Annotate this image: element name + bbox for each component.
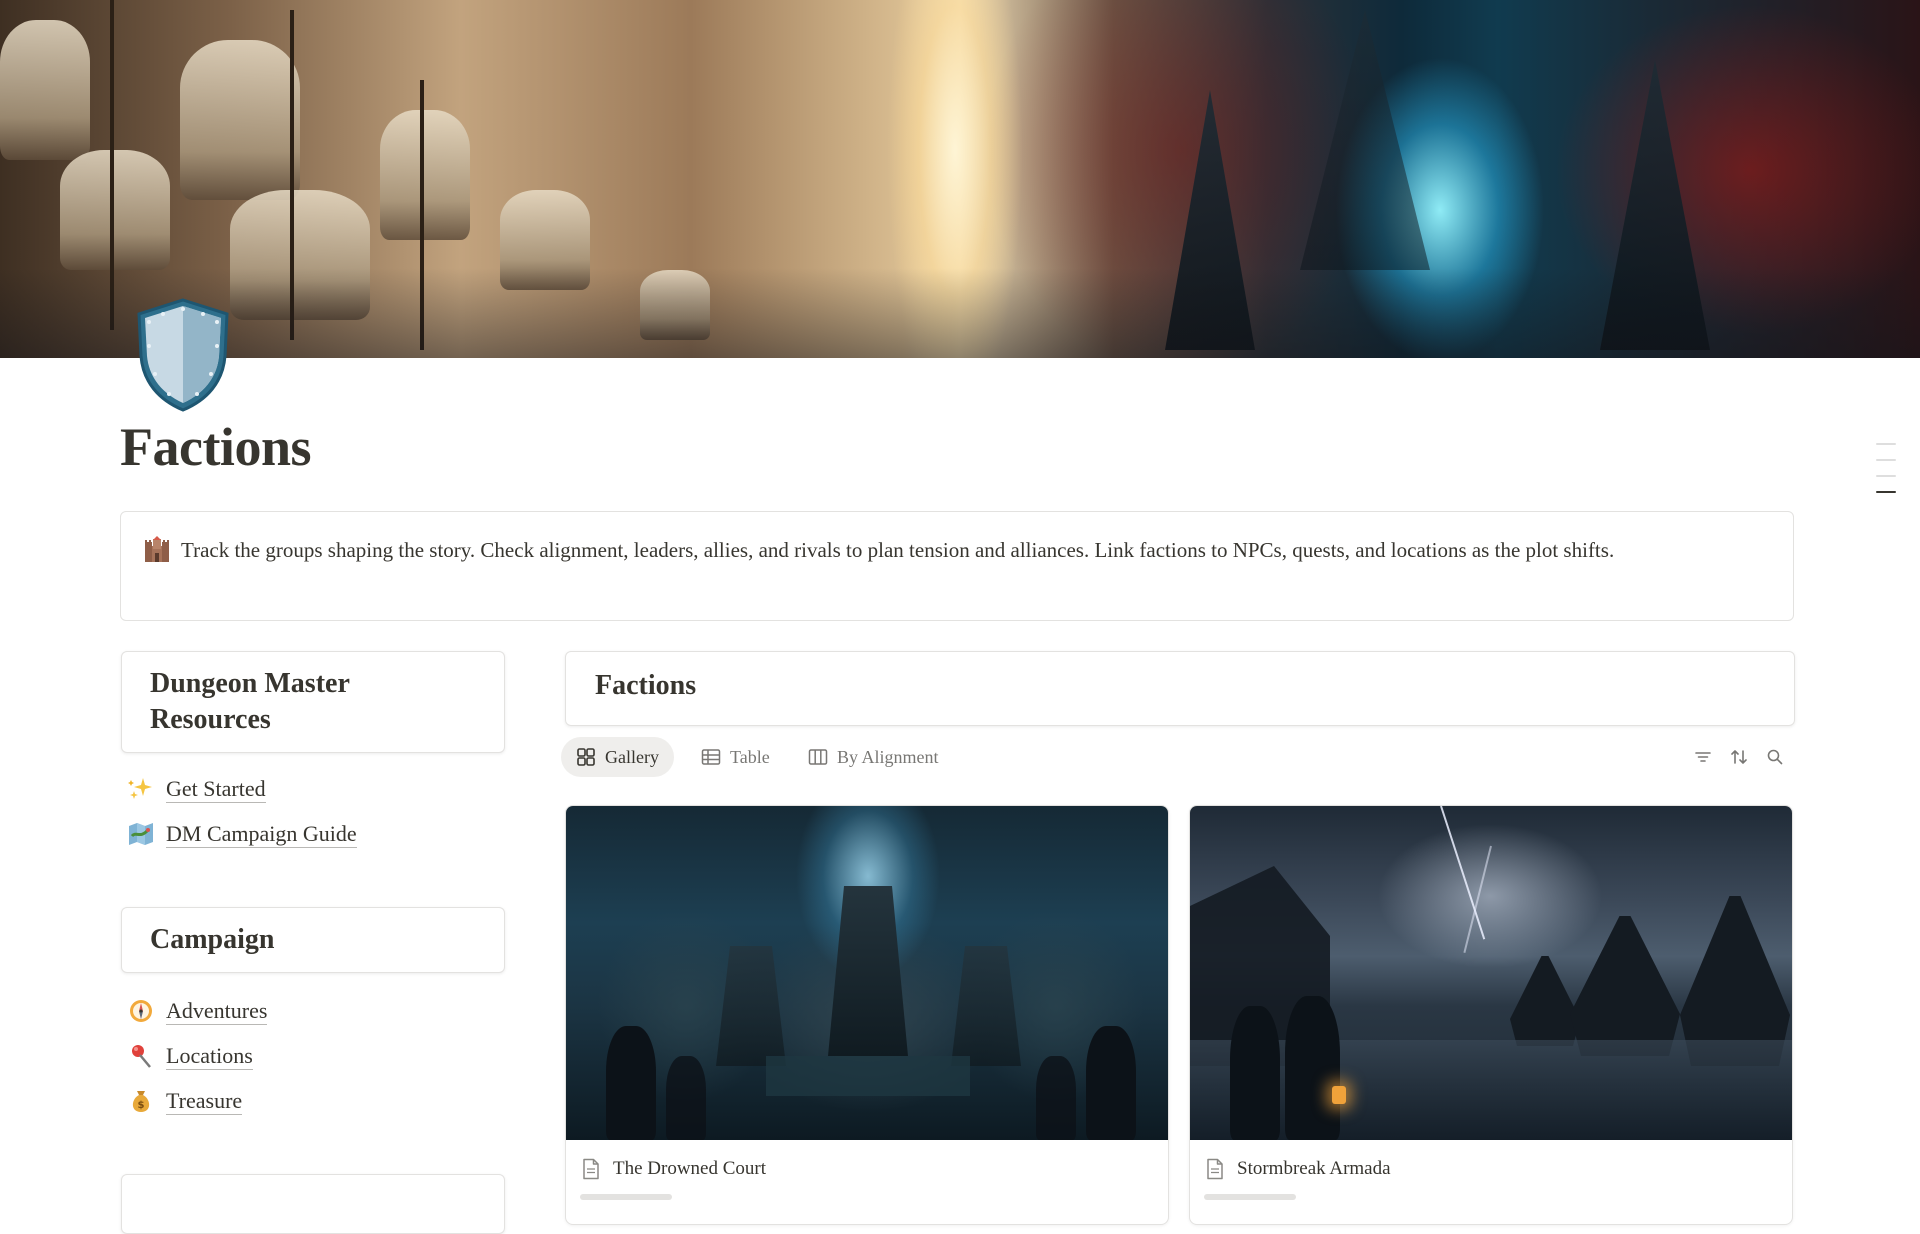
database-title-box: Factions — [565, 651, 1795, 726]
tab-by-alignment[interactable]: By Alignment — [793, 737, 954, 777]
link-dm-campaign-guide[interactable]: DM Campaign Guide — [126, 817, 357, 851]
link-locations[interactable]: Locations — [126, 1039, 253, 1073]
database-title[interactable]: Factions — [595, 670, 696, 702]
callout-text[interactable]: Track the groups shaping the story. Chec… — [181, 533, 1741, 568]
gallery-icon — [577, 748, 595, 766]
gallery-card-drowned-court[interactable]: The Drowned Court — [565, 805, 1169, 1225]
gallery-card-stormbreak-armada[interactable]: Stormbreak Armada — [1189, 805, 1793, 1225]
table-icon — [701, 749, 721, 765]
card-cover-image — [1190, 806, 1792, 1140]
page-icon — [583, 1158, 599, 1180]
card-cover-image — [566, 806, 1168, 1140]
card-property-tag — [1204, 1194, 1296, 1200]
tab-by-alignment-label: By Alignment — [837, 746, 939, 767]
link-get-started[interactable]: Get Started — [126, 772, 266, 806]
page-title[interactable]: Factions — [120, 416, 312, 478]
castle-icon — [143, 536, 171, 564]
link-adventures[interactable]: Adventures — [126, 994, 268, 1028]
page-outline[interactable] — [1876, 443, 1896, 507]
filter-icon[interactable] — [1692, 746, 1714, 768]
svg-text:$: $ — [138, 1100, 145, 1111]
shield-icon[interactable] — [133, 296, 233, 414]
tab-gallery[interactable]: Gallery — [561, 737, 674, 777]
card-title[interactable]: Stormbreak Armada — [1205, 1154, 1391, 1184]
board-icon — [808, 749, 828, 765]
tab-gallery-label: Gallery — [605, 746, 659, 767]
link-treasure[interactable]: $ Treasure — [126, 1084, 243, 1118]
page-cover-image[interactable] — [0, 0, 1920, 358]
tab-table-label: Table — [730, 746, 770, 767]
compass-icon — [126, 997, 156, 1025]
sparkles-icon — [126, 775, 156, 803]
campaign-heading: Campaign — [150, 924, 275, 955]
map-icon — [126, 820, 156, 848]
card-property-tag — [580, 1194, 672, 1200]
sort-icon[interactable] — [1728, 746, 1750, 768]
card-title[interactable]: The Drowned Court — [581, 1154, 766, 1184]
tab-table[interactable]: Table — [686, 737, 785, 777]
next-section-box — [121, 1174, 505, 1234]
campaign-heading-box: Campaign — [121, 907, 505, 973]
pin-icon — [126, 1042, 156, 1070]
search-icon[interactable] — [1764, 746, 1786, 768]
resources-heading-box: Dungeon Master Resources — [121, 651, 505, 753]
resources-heading: Dungeon Master Resources — [150, 668, 350, 735]
money-bag-icon: $ — [126, 1087, 156, 1115]
callout-block[interactable]: Track the groups shaping the story. Chec… — [120, 511, 1794, 621]
page-icon — [1207, 1158, 1223, 1180]
